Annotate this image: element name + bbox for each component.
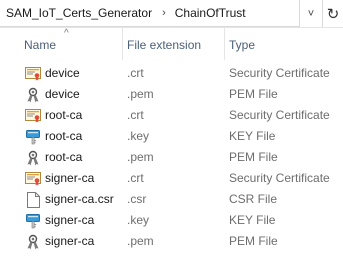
file-extension: .crt [127,171,144,185]
file-type: KEY File [229,213,276,227]
file-extension: .key [127,129,150,143]
file-name: device [45,87,80,101]
column-header-extension[interactable]: File extension [122,28,222,60]
file-row[interactable]: root-ca .key KEY File [0,126,343,147]
file-extension: .csr [127,192,147,206]
file-name: device [45,66,80,80]
address-history-button[interactable]: ˅ [301,0,321,27]
file-row[interactable]: signer-ca .key KEY File [0,210,343,231]
key-icon [25,126,41,147]
file-type: CSR File [229,192,278,206]
pem-icon [25,147,41,168]
file-type: Security Certificate [229,171,330,185]
chevron-down-icon: ˅ [307,7,315,20]
column-header: ^ Name File extension Type [0,28,343,60]
key-icon [25,210,41,231]
file-row[interactable]: device .pem PEM File [0,84,343,105]
file-name: signer-ca [45,234,95,248]
file-name: signer-ca [45,213,95,227]
breadcrumb-item-chainoftrust[interactable]: ChainOfTrust [175,6,246,20]
refresh-icon: ↻ [326,5,340,23]
file-row[interactable]: signer-ca .crt Security Certificate [0,168,343,189]
file-extension: .pem [127,234,154,248]
certificate-icon [25,63,41,84]
refresh-button[interactable]: ↻ [322,0,343,27]
pem-icon [25,231,41,252]
file-list: device .crt Security Certificate device .pem… [0,63,343,252]
breadcrumb-item-sam-iot-certs-generator[interactable]: SAM_IoT_Certs_Generator [6,6,152,20]
file-extension: .key [127,213,150,227]
file-row[interactable]: root-ca .crt Security Certificate [0,105,343,126]
file-type: PEM File [229,87,278,101]
file-type: PEM File [229,150,278,164]
file-row[interactable]: signer-ca .pem PEM File [0,231,343,252]
column-header-name[interactable]: Name [20,28,120,60]
file-name: signer-ca.csr [45,192,114,206]
file-name: signer-ca [45,171,95,185]
file-type: PEM File [229,234,278,248]
column-header-type[interactable]: Type [224,28,343,60]
file-row[interactable]: signer-ca.csr .csr CSR File [0,189,343,210]
file-row[interactable]: device .crt Security Certificate [0,63,343,84]
address-bar: SAM_IoT_Certs_Generator › ChainOfTrust ˅… [0,0,343,28]
file-type: Security Certificate [229,66,330,80]
file-extension: .crt [127,108,144,122]
file-name: root-ca [45,108,83,122]
breadcrumb-separator-icon[interactable]: › [162,7,166,19]
file-extension: .pem [127,150,154,164]
pem-icon [25,84,41,105]
file-type: Security Certificate [229,108,330,122]
file-name: root-ca [45,150,83,164]
certificate-icon [25,105,41,126]
file-extension: .pem [127,87,154,101]
breadcrumb[interactable]: SAM_IoT_Certs_Generator › ChainOfTrust [0,0,300,27]
file-extension: .crt [127,66,144,80]
file-name: root-ca [45,129,83,143]
file-row[interactable]: root-ca .pem PEM File [0,147,343,168]
file-type: KEY File [229,129,276,143]
file-icon [25,189,41,210]
certificate-icon [25,168,41,189]
